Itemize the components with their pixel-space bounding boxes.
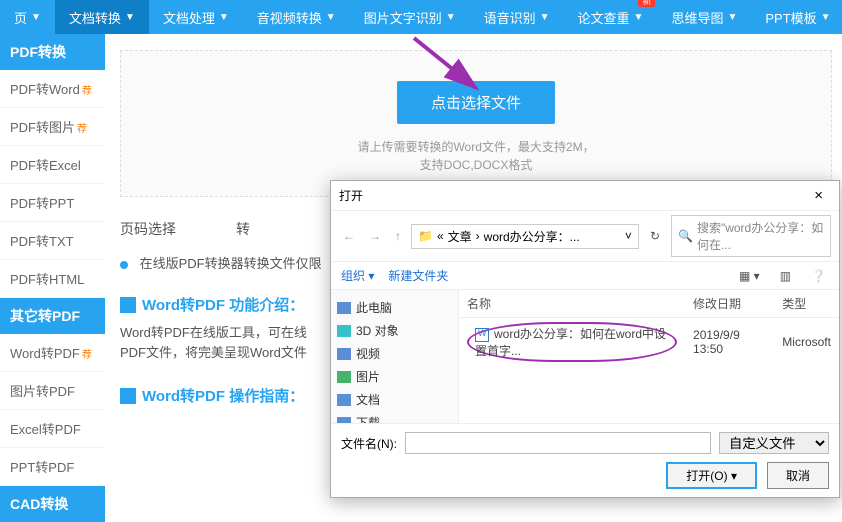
back-icon[interactable]: ← (339, 227, 359, 245)
open-button[interactable]: 打开(O) ▾ (666, 462, 757, 489)
sidebar-group-2[interactable]: CAD转换 (0, 486, 105, 522)
file-list: 名称 修改日期 类型 word办公分享：如何在word中设置首字... 2019… (459, 290, 839, 423)
sidebar-item[interactable]: PDF转Excel (0, 146, 105, 184)
search-icon: 🔍 (678, 229, 693, 243)
sidebar-item[interactable]: PDF转图片荐 (0, 108, 105, 146)
chevron-down-icon: ▼ (326, 12, 336, 23)
folder-icon (337, 302, 351, 314)
tree-node[interactable]: 文档 (335, 388, 454, 411)
info-icon (120, 297, 136, 313)
hot-badge: 荐 (82, 86, 92, 97)
new-folder-button[interactable]: 新建文件夹 (388, 267, 448, 284)
section1-body-1: Word转PDF在线版工具，可在线 (120, 325, 307, 340)
forward-icon[interactable]: → (365, 227, 385, 245)
file-date: 2019/9/9 13:50 (685, 318, 774, 367)
folder-icon (337, 325, 351, 337)
chevron-down-icon: ▼ (540, 12, 550, 23)
search-placeholder: 搜索"word办公分享：如何在... (697, 219, 824, 253)
col-type[interactable]: 类型 (774, 290, 839, 318)
tip-text: 在线版PDF转换器转换文件仅限 (140, 256, 322, 271)
word-file-icon (475, 328, 489, 342)
tree-node[interactable]: 此电脑 (335, 296, 454, 319)
file-name: word办公分享：如何在word中设置首字... (475, 327, 666, 358)
folder-icon (337, 348, 351, 360)
organize-menu[interactable]: 组织 ▾ (341, 267, 374, 284)
nav-item-1[interactable]: 文档转换▼ (55, 0, 149, 34)
col-name[interactable]: 名称 (459, 290, 685, 318)
page-select-label: 页码选择 (120, 219, 176, 239)
file-row[interactable]: word办公分享：如何在word中设置首字... 2019/9/9 13:50 … (459, 318, 839, 367)
details-icon[interactable]: ▥ (777, 268, 794, 284)
nav-item-8[interactable]: PPT模板▼ (751, 0, 842, 34)
breadcrumb[interactable]: 📁 « 文章 › word办公分享：... ˅ (411, 224, 639, 249)
page-select-value: 转 (236, 219, 250, 239)
folder-icon (337, 394, 351, 406)
folder-icon (337, 371, 351, 383)
upload-hint: 请上传需要转换的Word文件，最大支持2M， 支持DOC,DOCX格式 (121, 138, 831, 174)
upload-box: 点击选择文件 请上传需要转换的Word文件，最大支持2M， 支持DOC,DOCX… (120, 50, 832, 197)
nav-item-0[interactable]: 页▼ (0, 0, 55, 34)
col-date[interactable]: 修改日期 (685, 290, 774, 318)
sidebar-item[interactable]: Excel转PDF (0, 410, 105, 448)
nav-item-5[interactable]: 语音识别▼ (470, 0, 564, 34)
help-icon[interactable]: ❔ (808, 268, 829, 284)
refresh-icon[interactable]: ↻ (645, 227, 665, 245)
chevron-down-icon: ▼ (727, 12, 737, 23)
filename-input[interactable] (405, 432, 711, 454)
section1-body-2: PDF文件，将完美呈现Word文件 (120, 345, 307, 360)
filetype-select[interactable]: 自定义文件 (719, 432, 829, 454)
guide-icon (120, 388, 136, 404)
radio-selected-icon[interactable] (120, 261, 128, 269)
up-icon[interactable]: ↑ (391, 227, 405, 245)
sidebar-item[interactable]: Word转PDF荐 (0, 334, 105, 372)
section2-title: Word转PDF 操作指南： (142, 385, 304, 406)
file-type: Microsoft (774, 318, 839, 367)
filename-label: 文件名(N): (341, 435, 397, 452)
search-input[interactable]: 🔍 搜索"word办公分享：如何在... (671, 215, 831, 257)
file-open-dialog: 打开 × ← → ↑ 📁 « 文章 › word办公分享：... ˅ ↻ 🔍 搜… (330, 180, 840, 498)
chevron-down-icon: ▼ (446, 12, 456, 23)
chevron-down-icon: ▼ (634, 12, 644, 23)
sidebar-item[interactable]: PDF转Word荐 (0, 70, 105, 108)
view-icon[interactable]: ▦ ▾ (736, 268, 763, 284)
tree-node[interactable]: 下载 (335, 411, 454, 423)
sidebar: PDF转换PDF转Word荐PDF转图片荐PDF转ExcelPDF转PPTPDF… (0, 34, 105, 522)
sidebar-group-1[interactable]: 其它转PDF (0, 298, 105, 334)
crumb-seg-1[interactable]: 文章 (448, 228, 472, 245)
sidebar-item[interactable]: PDF转TXT (0, 222, 105, 260)
sidebar-item[interactable]: 图片转PDF (0, 372, 105, 410)
section1-title: Word转PDF 功能介绍： (142, 294, 304, 315)
hot-badge: 荐 (82, 350, 92, 361)
sidebar-item[interactable]: PDF转HTML (0, 260, 105, 298)
chevron-down-icon[interactable]: ˅ (625, 229, 632, 243)
nav-item-3[interactable]: 音视频转换▼ (243, 0, 350, 34)
dialog-title: 打开 (339, 187, 363, 204)
upload-hint-line1: 请上传需要转换的Word文件，最大支持2M， (357, 140, 594, 154)
folder-icon: 📁 (418, 229, 433, 243)
tree-node[interactable]: 视频 (335, 342, 454, 365)
chevron-down-icon: ▼ (821, 12, 831, 23)
nav-item-2[interactable]: 文档处理▼ (149, 0, 243, 34)
top-nav: 页▼文档转换▼文档处理▼音视频转换▼图片文字识别▼语音识别▼论文查重▼新思维导图… (0, 0, 842, 34)
tree-node[interactable]: 图片 (335, 365, 454, 388)
folder-tree: 此电脑3D 对象视频图片文档下载音乐桌面Windows (C:) (331, 290, 459, 423)
hot-badge: 荐 (77, 124, 87, 135)
upload-hint-line2: 支持DOC,DOCX格式 (420, 158, 533, 172)
sidebar-item[interactable]: PDF转PPT (0, 184, 105, 222)
chevron-down-icon: ▼ (31, 12, 41, 23)
chevron-down-icon: ▼ (125, 12, 135, 23)
nav-item-6[interactable]: 论文查重▼新 (564, 0, 658, 34)
nav-item-7[interactable]: 思维导图▼ (657, 0, 751, 34)
choose-file-button[interactable]: 点击选择文件 (397, 81, 555, 124)
cancel-button[interactable]: 取消 (767, 462, 829, 489)
close-icon[interactable]: × (806, 185, 831, 206)
chevron-down-icon: ▼ (219, 12, 229, 23)
nav-item-4[interactable]: 图片文字识别▼ (350, 0, 470, 34)
badge-new: 新 (638, 0, 655, 7)
tree-node[interactable]: 3D 对象 (335, 319, 454, 342)
sidebar-item[interactable]: PPT转PDF (0, 448, 105, 486)
sidebar-group-0[interactable]: PDF转换 (0, 34, 105, 70)
crumb-seg-2[interactable]: word办公分享：... (484, 228, 580, 245)
